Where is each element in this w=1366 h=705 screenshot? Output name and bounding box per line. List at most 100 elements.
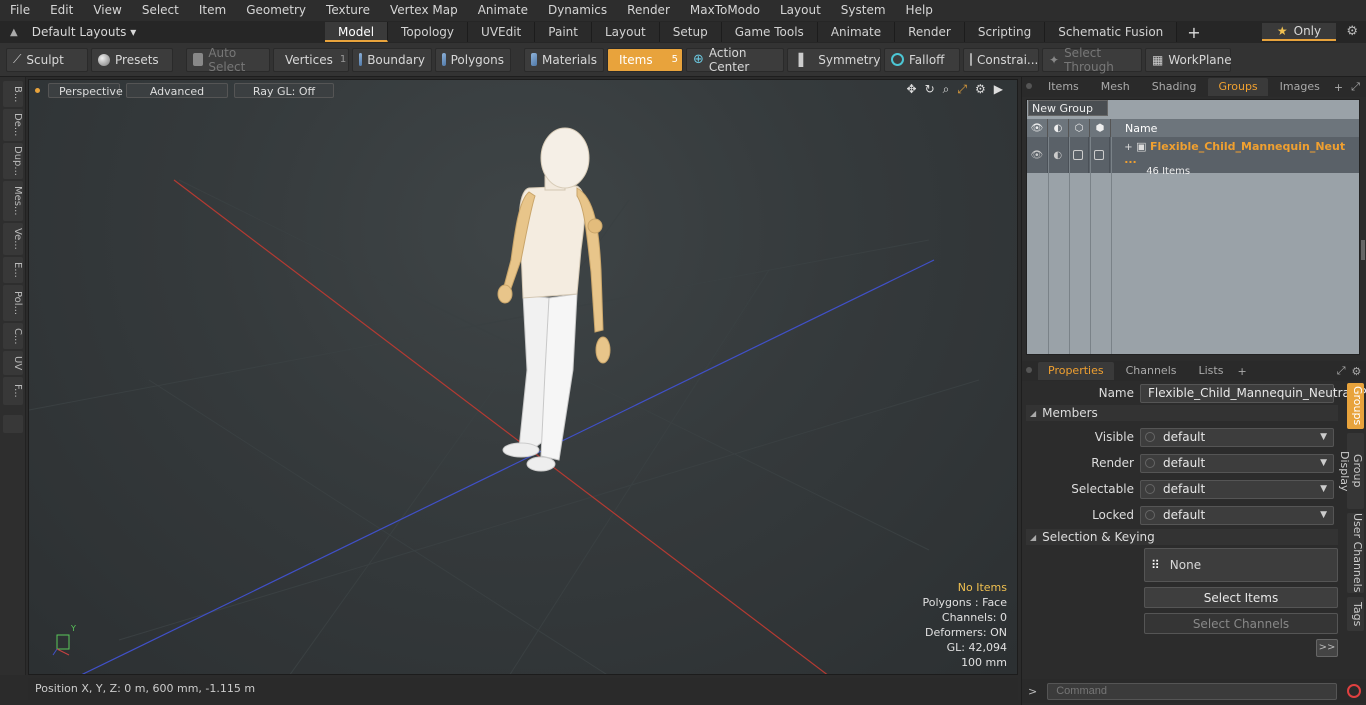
boundary-button[interactable]: Boundary xyxy=(352,47,432,72)
materials-button[interactable]: Materials xyxy=(524,47,604,72)
left-tab-ve[interactable]: Ve... xyxy=(3,223,23,255)
visible-dropdown[interactable]: default ▼ xyxy=(1140,427,1334,447)
left-tab-pol[interactable]: Pol... xyxy=(3,285,23,321)
left-tab-mes[interactable]: Mes... xyxy=(3,181,23,221)
action-center-button[interactable]: ⊕ Action Center xyxy=(686,46,784,74)
vtab-groups[interactable]: Groups xyxy=(1347,383,1364,429)
menu-file[interactable]: File xyxy=(0,0,40,21)
constraints-button[interactable]: Constrai... xyxy=(963,47,1039,72)
menu-geometry[interactable]: Geometry xyxy=(236,0,316,21)
left-tab-extra[interactable] xyxy=(3,415,23,433)
name-field[interactable]: Flexible_Child_Mannequin_Neutral_Po xyxy=(1140,383,1366,403)
maximize-view-icon[interactable]: ⤢ xyxy=(957,82,967,97)
tab-setup[interactable]: Setup xyxy=(659,22,722,42)
items-button[interactable]: Items 5 xyxy=(607,47,683,72)
tab-render[interactable]: Render xyxy=(895,22,965,42)
tab-uvedit[interactable]: UVEdit xyxy=(468,22,536,42)
keying-none-button[interactable]: ⠿ None xyxy=(1144,548,1338,582)
tab-images[interactable]: Images xyxy=(1270,78,1330,96)
menu-view[interactable]: View xyxy=(83,0,131,21)
move-view-icon[interactable]: ✥ xyxy=(907,82,917,97)
menu-vertex-map[interactable]: Vertex Map xyxy=(380,0,468,21)
left-tab-dup[interactable]: Dup... xyxy=(3,143,23,179)
workplane-button[interactable]: ▦ WorkPlane xyxy=(1145,47,1232,72)
record-icon[interactable] xyxy=(1347,684,1362,698)
expand-icon[interactable]: ⤢ xyxy=(1337,364,1346,378)
tab-scripting[interactable]: Scripting xyxy=(964,22,1046,42)
locked-dropdown[interactable]: default ▼ xyxy=(1140,505,1334,525)
render-toggle-icon[interactable]: ◐ xyxy=(1048,137,1069,173)
vtab-group-display[interactable]: Group Display xyxy=(1338,433,1364,509)
presets-button[interactable]: Presets xyxy=(91,47,173,72)
new-group-button[interactable]: New Group xyxy=(1028,100,1108,116)
falloff-button[interactable]: Falloff xyxy=(884,47,960,72)
add-tab-icon[interactable]: + xyxy=(1237,365,1246,378)
menu-maxtomodo[interactable]: MaxToModo xyxy=(680,0,770,21)
group-row[interactable]: 👁 ◐ + ▣ Flexible_Child_Mannequin_Neut ..… xyxy=(1027,137,1359,177)
tab-animate[interactable]: Animate xyxy=(817,22,896,42)
add-tab-button[interactable]: + xyxy=(1177,23,1210,42)
rotate-view-icon[interactable]: ↻ xyxy=(925,82,935,97)
zoom-view-icon[interactable]: ⌕ xyxy=(943,82,950,97)
raygl-toggle[interactable]: Ray GL: Off xyxy=(234,82,334,98)
menu-texture[interactable]: Texture xyxy=(316,0,380,21)
select-icon[interactable]: ⬢ xyxy=(1090,119,1111,137)
vtab-tags[interactable]: Tags xyxy=(1347,597,1364,631)
select-toggle[interactable] xyxy=(1089,137,1111,173)
tab-channels[interactable]: Channels xyxy=(1116,362,1187,380)
left-tab-e[interactable]: E... xyxy=(3,257,23,283)
select-items-button[interactable]: Select Items xyxy=(1144,587,1338,608)
symmetry-button[interactable]: ▐ Symmetry xyxy=(787,47,881,72)
menu-dynamics[interactable]: Dynamics xyxy=(538,0,617,21)
tab-shading[interactable]: Shading xyxy=(1142,78,1207,96)
sculpt-button[interactable]: ⟋ Sculpt xyxy=(6,47,88,72)
menu-help[interactable]: Help xyxy=(896,0,943,21)
render-icon[interactable]: ◐ xyxy=(1048,119,1069,137)
name-column-header[interactable]: Name xyxy=(1111,122,1157,135)
3d-viewport[interactable]: Perspective Advanced Ray GL: Off ✥ ↻ ⌕ ⤢… xyxy=(28,79,1018,675)
play-arrow-icon[interactable]: ▶ xyxy=(994,82,1003,97)
tab-groups[interactable]: Groups xyxy=(1208,78,1268,96)
lock-toggle[interactable] xyxy=(1069,137,1090,173)
menu-item[interactable]: Item xyxy=(189,0,236,21)
gear-icon[interactable]: ⚙ xyxy=(975,82,986,97)
left-tab-c[interactable]: C... xyxy=(3,323,23,349)
advanced-dropdown[interactable]: Advanced xyxy=(126,82,228,98)
selectable-dropdown[interactable]: default ▼ xyxy=(1140,479,1334,499)
menu-select[interactable]: Select xyxy=(132,0,189,21)
tab-mesh[interactable]: Mesh ... xyxy=(1091,78,1140,111)
tab-properties[interactable]: Properties xyxy=(1038,362,1114,380)
only-button[interactable]: ★ Only xyxy=(1262,23,1336,41)
select-through-button[interactable]: ✦ Select Through xyxy=(1042,46,1142,74)
command-input[interactable] xyxy=(1047,682,1338,700)
render-dropdown[interactable]: default ▼ xyxy=(1140,453,1334,473)
tab-schematic-fusion[interactable]: Schematic Fusion xyxy=(1045,22,1178,42)
lock-icon[interactable]: ⬡ xyxy=(1069,119,1090,137)
tab-model[interactable]: Model xyxy=(325,22,389,42)
eye-icon[interactable]: 👁 xyxy=(1027,119,1048,137)
tab-items[interactable]: Items xyxy=(1038,78,1089,96)
menu-layout[interactable]: Layout xyxy=(770,0,831,21)
perspective-dropdown[interactable]: Perspective xyxy=(48,82,123,98)
tab-lists[interactable]: Lists xyxy=(1189,362,1234,380)
expand-icon[interactable]: ⤢ xyxy=(1351,80,1360,94)
visibility-eye-icon[interactable]: 👁 xyxy=(1027,137,1048,173)
more-button[interactable]: >> xyxy=(1316,639,1338,657)
scrollbar[interactable] xyxy=(1361,240,1365,260)
menu-animate[interactable]: Animate xyxy=(468,0,538,21)
auto-select-button[interactable]: Auto Select xyxy=(186,46,270,74)
tab-paint[interactable]: Paint xyxy=(535,22,592,42)
tab-layout[interactable]: Layout xyxy=(591,22,660,42)
left-tab-b[interactable]: B... xyxy=(3,81,23,107)
select-channels-button[interactable]: Select Channels xyxy=(1144,613,1338,634)
add-tab-icon[interactable]: + xyxy=(1334,81,1343,94)
tab-topology[interactable]: Topology xyxy=(388,22,469,42)
menu-edit[interactable]: Edit xyxy=(40,0,83,21)
members-section[interactable]: ◢ Members xyxy=(1026,405,1338,421)
tab-game-tools[interactable]: Game Tools xyxy=(721,22,818,42)
left-tab-de[interactable]: De... xyxy=(3,109,23,141)
polygons-button[interactable]: Polygons xyxy=(435,47,511,72)
gear-icon[interactable]: ⚙ xyxy=(1352,365,1362,378)
vtab-user-channels[interactable]: User Channels xyxy=(1347,513,1364,593)
layouts-dropdown[interactable]: ▲ Default Layouts ▾ xyxy=(0,21,325,43)
